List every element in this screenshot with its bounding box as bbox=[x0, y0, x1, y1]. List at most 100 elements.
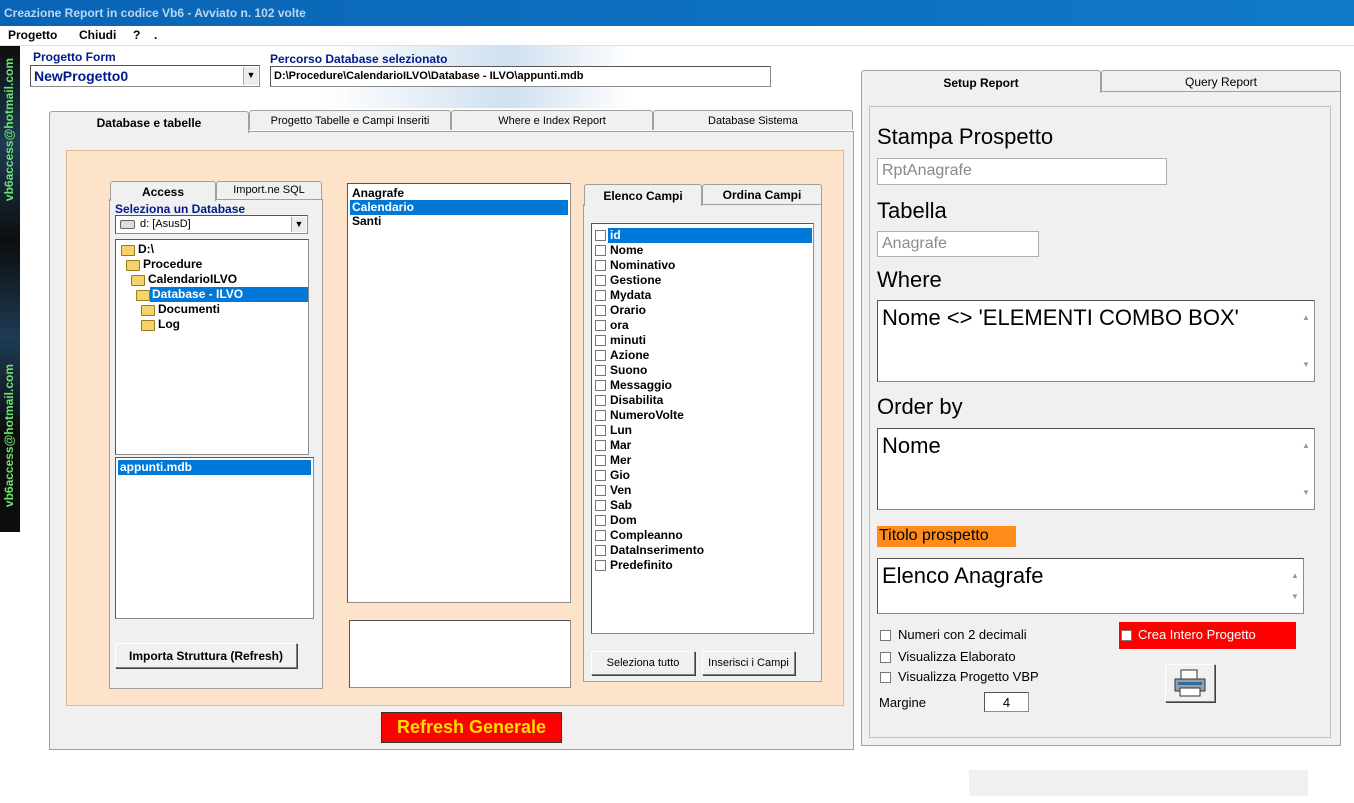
scroll-up-icon[interactable]: ▲ bbox=[1302, 303, 1312, 332]
show-output-checkbox[interactable] bbox=[880, 652, 891, 663]
field-checkbox[interactable] bbox=[595, 470, 606, 481]
field-item[interactable]: Disabilita bbox=[608, 393, 665, 408]
field-checkbox[interactable] bbox=[595, 335, 606, 346]
field-item[interactable]: Suono bbox=[608, 363, 649, 378]
field-checkbox[interactable] bbox=[595, 515, 606, 526]
tab-where-index[interactable]: Where e Index Report bbox=[451, 110, 653, 130]
menu-progetto[interactable]: Progetto bbox=[8, 28, 57, 42]
field-checkbox[interactable] bbox=[595, 410, 606, 421]
folder-item[interactable]: D:\ bbox=[136, 242, 156, 257]
tab-elenco-campi[interactable]: Elenco Campi bbox=[584, 184, 702, 206]
field-checkbox[interactable] bbox=[595, 395, 606, 406]
field-checkbox[interactable] bbox=[595, 290, 606, 301]
field-item-selected[interactable]: id bbox=[608, 228, 812, 243]
stampa-field[interactable]: RptAnagrafe bbox=[877, 158, 1167, 185]
tab-progetto-tabelle[interactable]: Progetto Tabelle e Campi Inseriti bbox=[249, 110, 451, 130]
field-checkbox[interactable] bbox=[595, 425, 606, 436]
field-item[interactable]: Messaggio bbox=[608, 378, 674, 393]
decimals-checkbox[interactable] bbox=[880, 630, 891, 641]
field-checkbox[interactable] bbox=[595, 440, 606, 451]
field-item[interactable]: Sab bbox=[608, 498, 634, 513]
field-checkbox[interactable] bbox=[595, 230, 606, 241]
fields-list[interactable]: id Nome Nominativo Gestione Mydata Orari… bbox=[591, 223, 814, 634]
drive-combo[interactable]: d: [AsusD] ▼ bbox=[115, 215, 308, 234]
field-checkbox[interactable] bbox=[595, 485, 606, 496]
field-item[interactable]: minuti bbox=[608, 333, 648, 348]
folder-item[interactable]: Documenti bbox=[156, 302, 222, 317]
folder-item-selected[interactable]: Database - ILVO bbox=[150, 287, 308, 302]
field-item[interactable]: ora bbox=[608, 318, 631, 333]
field-checkbox[interactable] bbox=[595, 245, 606, 256]
field-checkbox[interactable] bbox=[595, 320, 606, 331]
field-item[interactable]: Gestione bbox=[608, 273, 663, 288]
show-vbp-checkbox[interactable] bbox=[880, 672, 891, 683]
field-checkbox[interactable] bbox=[595, 500, 606, 511]
folder-item[interactable]: Procedure bbox=[141, 257, 204, 272]
menu-dot[interactable]: . bbox=[154, 28, 157, 42]
tab-access[interactable]: Access bbox=[110, 181, 216, 201]
scroll-up-icon[interactable]: ▲ bbox=[1302, 431, 1312, 460]
field-checkbox[interactable] bbox=[595, 365, 606, 376]
field-checkbox[interactable] bbox=[595, 560, 606, 571]
file-item-selected[interactable]: appunti.mdb bbox=[118, 460, 311, 475]
titolo-memo[interactable]: Elenco Anagrafe ▲ ▼ bbox=[877, 558, 1304, 614]
tab-ordina-campi[interactable]: Ordina Campi bbox=[702, 184, 822, 204]
field-item[interactable]: Nome bbox=[608, 243, 645, 258]
insert-fields-button[interactable]: Inserisci i Campi bbox=[702, 651, 795, 675]
refresh-general-button[interactable]: Refresh Generale bbox=[381, 712, 562, 743]
field-item[interactable]: DataInserimento bbox=[608, 543, 706, 558]
field-checkbox[interactable] bbox=[595, 275, 606, 286]
field-item[interactable]: Mer bbox=[608, 453, 633, 468]
menu-chiudi[interactable]: Chiudi bbox=[79, 28, 116, 42]
field-item[interactable]: Mydata bbox=[608, 288, 653, 303]
file-list[interactable]: appunti.mdb bbox=[115, 457, 314, 619]
field-item[interactable]: Dom bbox=[608, 513, 639, 528]
folder-item[interactable]: CalendarioILVO bbox=[146, 272, 239, 287]
tab-setup-report[interactable]: Setup Report bbox=[861, 70, 1101, 93]
field-item[interactable]: Nominativo bbox=[608, 258, 677, 273]
field-checkbox[interactable] bbox=[595, 530, 606, 541]
field-item[interactable]: Predefinito bbox=[608, 558, 675, 573]
tab-query-report[interactable]: Query Report bbox=[1101, 70, 1341, 91]
crea-progetto-option[interactable]: Crea Intero Progetto bbox=[1119, 622, 1296, 649]
form-combo[interactable]: NewProgetto0 ▼ bbox=[30, 65, 260, 87]
field-item[interactable]: Azione bbox=[608, 348, 651, 363]
field-checkbox[interactable] bbox=[595, 260, 606, 271]
menu-help[interactable]: ? bbox=[133, 28, 140, 42]
field-item[interactable]: Compleanno bbox=[608, 528, 685, 543]
field-checkbox[interactable] bbox=[595, 545, 606, 556]
crea-progetto-checkbox[interactable] bbox=[1121, 630, 1132, 641]
tab-database-sistema[interactable]: Database Sistema bbox=[653, 110, 853, 130]
chevron-down-icon[interactable]: ▼ bbox=[243, 67, 258, 85]
field-item[interactable]: Lun bbox=[608, 423, 634, 438]
tab-import-sql[interactable]: Import.ne SQL bbox=[216, 181, 322, 199]
field-item[interactable]: Ven bbox=[608, 483, 633, 498]
import-structure-button[interactable]: Importa Struttura (Refresh) bbox=[115, 643, 297, 668]
scroll-down-icon[interactable]: ▼ bbox=[1291, 582, 1301, 611]
table-item[interactable]: Santi bbox=[350, 214, 383, 229]
field-checkbox[interactable] bbox=[595, 350, 606, 361]
order-memo[interactable]: Nome ▲ ▼ bbox=[877, 428, 1315, 510]
field-checkbox[interactable] bbox=[595, 455, 606, 466]
scroll-down-icon[interactable]: ▼ bbox=[1302, 350, 1312, 379]
folder-item[interactable]: Log bbox=[156, 317, 182, 332]
folder-list[interactable]: D:\ Procedure CalendarioILVO Database - … bbox=[115, 239, 309, 455]
field-checkbox[interactable] bbox=[595, 380, 606, 391]
table-item-selected[interactable]: Calendario bbox=[350, 200, 568, 215]
table-item[interactable]: Anagrafe bbox=[350, 186, 406, 201]
tabella-field[interactable]: Anagrafe bbox=[877, 231, 1039, 257]
field-checkbox[interactable] bbox=[595, 305, 606, 316]
select-all-button[interactable]: Seleziona tutto bbox=[591, 651, 695, 675]
field-item[interactable]: NumeroVolte bbox=[608, 408, 686, 423]
print-button[interactable] bbox=[1165, 664, 1215, 702]
chevron-down-icon[interactable]: ▼ bbox=[291, 217, 306, 232]
scroll-down-icon[interactable]: ▼ bbox=[1302, 478, 1312, 507]
tables-list[interactable]: Anagrafe Calendario Santi bbox=[347, 183, 571, 603]
tables-memo[interactable] bbox=[349, 620, 571, 688]
field-item[interactable]: Orario bbox=[608, 303, 648, 318]
field-item[interactable]: Gio bbox=[608, 468, 632, 483]
db-path-field[interactable]: D:\Procedure\CalendarioILVO\Database - I… bbox=[270, 66, 771, 87]
tab-database-tabelle[interactable]: Database e tabelle bbox=[49, 111, 249, 133]
where-memo[interactable]: Nome <> 'ELEMENTI COMBO BOX' ▲ ▼ bbox=[877, 300, 1315, 382]
margine-field[interactable]: 4 bbox=[984, 692, 1029, 712]
